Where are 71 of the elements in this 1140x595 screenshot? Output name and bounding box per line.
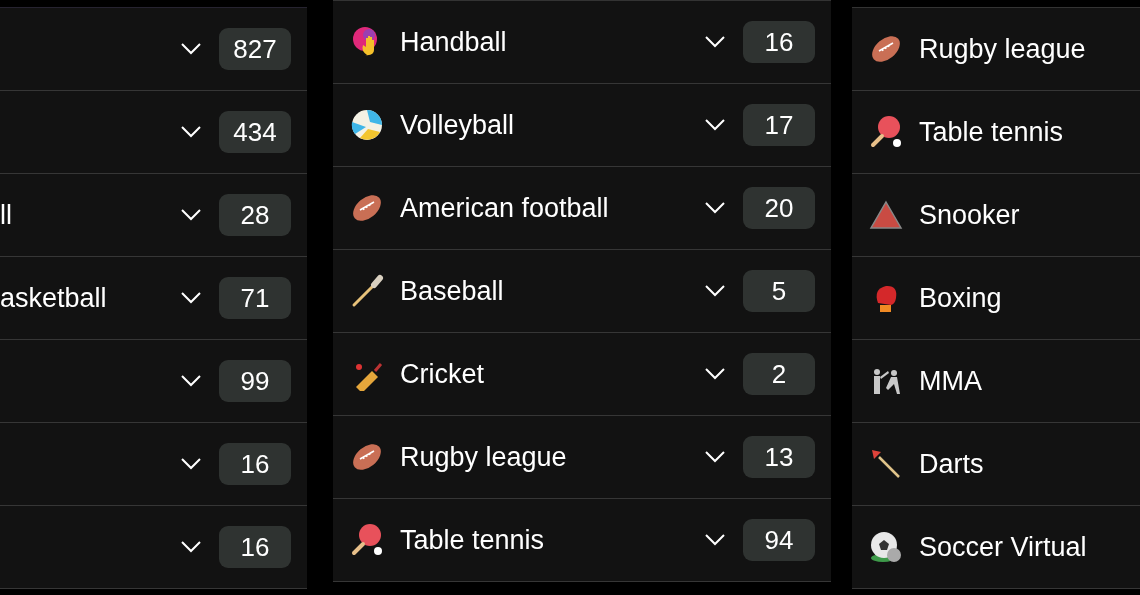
sport-row[interactable]: Table tennis — [852, 91, 1140, 174]
event-count: 13 — [743, 436, 815, 478]
sport-label: Baseball — [400, 275, 504, 307]
sport-label: Table tennis — [400, 524, 545, 556]
baseball-bat-icon — [350, 274, 384, 308]
sport-row[interactable]: Darts — [852, 423, 1140, 506]
sport-row[interactable]: Cricket 2 — [333, 333, 831, 416]
sport-row[interactable]: Volleyball 17 — [333, 84, 831, 167]
sport-label: ll — [0, 199, 12, 231]
sport-label: Cricket — [400, 358, 484, 390]
event-count: 16 — [743, 21, 815, 63]
chevron-down-icon[interactable] — [181, 458, 201, 470]
chevron-down-icon[interactable] — [181, 375, 201, 387]
sport-label: Rugby league — [919, 33, 1086, 65]
sport-row[interactable]: asketball 71 — [0, 257, 307, 340]
sport-row[interactable]: 99 — [0, 340, 307, 423]
event-count: 20 — [743, 187, 815, 229]
sport-label: MMA — [919, 365, 982, 397]
chevron-down-icon[interactable] — [705, 451, 725, 463]
sport-label: Soccer Virtual — [919, 531, 1087, 563]
chevron-down-icon[interactable] — [181, 209, 201, 221]
sport-label: Volleyball — [400, 109, 515, 141]
sport-label: American football — [400, 192, 609, 224]
event-count: 434 — [219, 111, 291, 153]
sport-row[interactable]: 434 — [0, 91, 307, 174]
chevron-down-icon[interactable] — [181, 126, 201, 138]
sport-row[interactable]: 827 — [0, 8, 307, 91]
ball-rack-icon — [869, 198, 903, 232]
sport-row[interactable]: MMA — [852, 340, 1140, 423]
event-count: 16 — [219, 526, 291, 568]
event-count: 99 — [219, 360, 291, 402]
paddle-icon — [350, 523, 384, 557]
chevron-down-icon[interactable] — [705, 368, 725, 380]
sport-label: Rugby league — [400, 441, 567, 473]
chevron-down-icon[interactable] — [181, 292, 201, 304]
sport-label: Handball — [400, 26, 507, 58]
event-count: 17 — [743, 104, 815, 146]
sport-row[interactable]: Rugby league 13 — [333, 416, 831, 499]
volleyball-icon — [350, 108, 384, 142]
sport-label: asketball — [0, 282, 107, 314]
sport-row[interactable]: Table tennis 94 — [333, 499, 831, 582]
sport-label: Snooker — [919, 199, 1020, 231]
sport-row[interactable]: 16 — [0, 506, 307, 589]
event-count: 28 — [219, 194, 291, 236]
sport-row[interactable]: Baseball 5 — [333, 250, 831, 333]
sport-row[interactable]: Snooker — [852, 174, 1140, 257]
chevron-down-icon[interactable] — [705, 119, 725, 131]
event-count: 2 — [743, 353, 815, 395]
sport-row[interactable]: 16 — [0, 423, 307, 506]
sport-row[interactable]: Handball 16 — [333, 1, 831, 84]
chevron-down-icon[interactable] — [181, 541, 201, 553]
event-count: 16 — [219, 443, 291, 485]
sport-label: Darts — [919, 448, 984, 480]
chevron-down-icon[interactable] — [705, 36, 725, 48]
chevron-down-icon[interactable] — [705, 202, 725, 214]
chevron-down-icon[interactable] — [705, 285, 725, 297]
soccer-ball-icon — [869, 530, 903, 564]
sport-row[interactable]: Boxing — [852, 257, 1140, 340]
paddle-icon — [869, 115, 903, 149]
sport-row[interactable]: American football 20 — [333, 167, 831, 250]
sport-row[interactable]: Rugby league — [852, 8, 1140, 91]
chevron-down-icon[interactable] — [705, 534, 725, 546]
event-count: 827 — [219, 28, 291, 70]
chevron-down-icon[interactable] — [181, 43, 201, 55]
sport-row[interactable]: Soccer Virtual — [852, 506, 1140, 589]
sport-label: Table tennis — [919, 116, 1064, 148]
event-count: 71 — [219, 277, 291, 319]
event-count: 94 — [743, 519, 815, 561]
sport-label: Boxing — [919, 282, 1002, 314]
sport-row[interactable]: ll 28 — [0, 174, 307, 257]
event-count: 5 — [743, 270, 815, 312]
